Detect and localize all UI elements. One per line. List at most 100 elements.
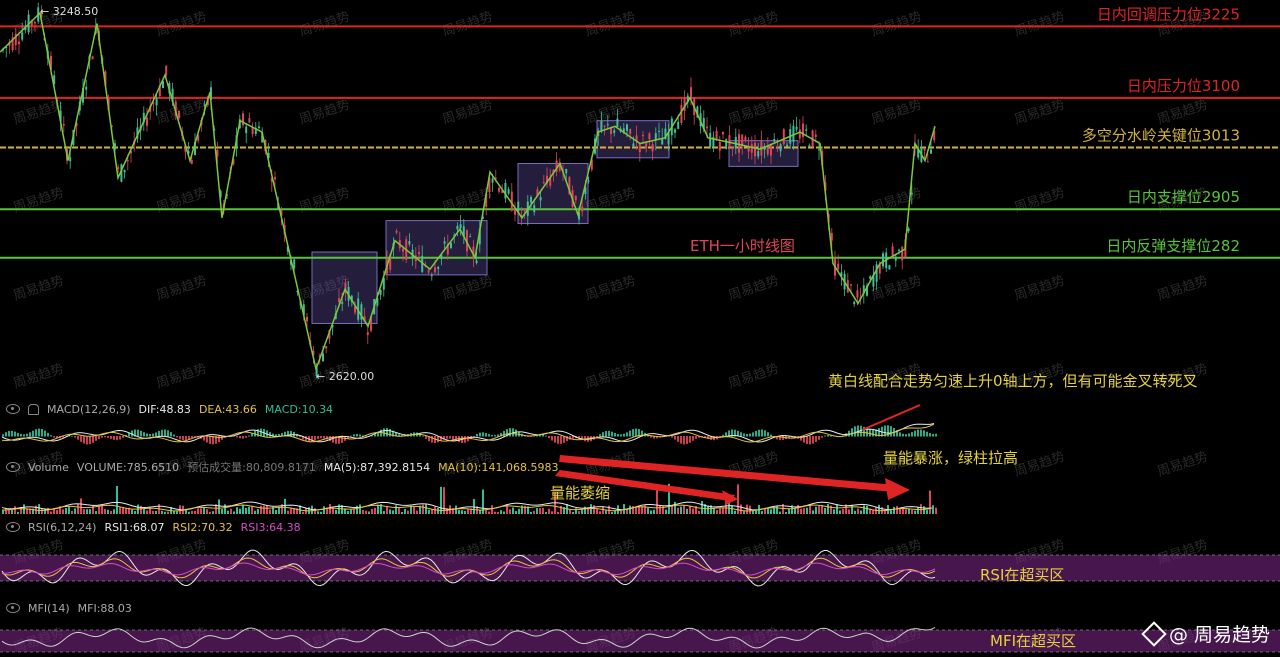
volume-bar xyxy=(455,505,457,514)
macd-bar xyxy=(155,432,157,437)
volume-bar xyxy=(437,507,439,514)
macd-bar xyxy=(854,426,856,437)
macd-bar xyxy=(341,436,343,443)
candle-body xyxy=(565,168,568,174)
candle-body xyxy=(786,144,788,147)
level-label: 日内反弹支撑位282 xyxy=(1106,237,1240,255)
candle-body xyxy=(738,134,740,153)
macd-bar xyxy=(488,434,490,437)
macd-bar xyxy=(83,436,85,444)
macd-bar xyxy=(758,429,760,437)
volume-bar xyxy=(533,510,535,514)
macd-bar xyxy=(464,436,466,443)
eth-hourly-chart: 周易趋势 周易趋势 周易趋势 周易趋势 周易趋势 周易趋势 周易趋势 周易趋势 周易趋势周易趋势… xyxy=(0,2,1280,656)
volume-bar xyxy=(407,510,409,514)
volume-bar xyxy=(884,511,886,514)
macd-bar xyxy=(173,434,175,437)
macd-bar xyxy=(908,433,910,437)
volume-bar xyxy=(857,508,859,514)
macd-bar xyxy=(35,429,37,437)
volume-bar xyxy=(65,508,67,514)
candle-body xyxy=(818,149,820,151)
volume-bar xyxy=(356,505,358,514)
eye-icon[interactable] xyxy=(6,462,20,472)
macd-bar xyxy=(509,428,511,437)
macd-bar xyxy=(107,436,109,438)
macd-bar xyxy=(206,436,208,443)
watermark-text: 周易趋势 xyxy=(1012,9,1066,40)
volume-bar xyxy=(362,509,364,514)
watermark-text: 周易趋势 xyxy=(11,273,65,304)
candle-body xyxy=(402,248,404,252)
volume-bar xyxy=(230,508,232,514)
volume-bar xyxy=(509,509,511,514)
brand-diamond-icon xyxy=(1141,620,1167,647)
macd-bar xyxy=(824,435,826,437)
volume-bar xyxy=(425,504,427,514)
chart-title: ETH一小时线图 xyxy=(690,237,795,255)
volume-bar xyxy=(743,511,745,514)
candle-body xyxy=(85,86,88,90)
macd-bar xyxy=(482,432,484,437)
eye-icon[interactable] xyxy=(6,603,20,613)
level-label: 多空分水岭关键位3013 xyxy=(1082,127,1240,145)
candle-body xyxy=(437,266,440,269)
candle-body xyxy=(190,159,193,164)
candle-body xyxy=(773,139,776,142)
candle-body xyxy=(155,98,158,106)
candle-body xyxy=(882,253,884,267)
volume-bar xyxy=(395,505,397,514)
candle-body xyxy=(258,126,260,129)
macd-bar xyxy=(14,431,16,437)
watermark-text: 周易趋势 xyxy=(583,9,637,40)
watermark-text: 周易趋势 xyxy=(726,97,780,128)
candle-body xyxy=(894,256,897,261)
candle-body xyxy=(469,236,472,238)
candle-body xyxy=(245,126,248,134)
candle-body xyxy=(888,265,891,270)
volume-bar xyxy=(62,509,64,514)
rsi-header: RSI(6,12,24) RSI1:68.07 RSI2:70.32 RSI3:… xyxy=(6,519,301,535)
eye-icon[interactable] xyxy=(6,522,20,532)
candle-body xyxy=(306,316,308,322)
volume-bar xyxy=(641,506,643,514)
volume-bar xyxy=(218,499,220,514)
macd-bar xyxy=(608,430,610,437)
macd-bar xyxy=(491,434,493,437)
volume-bar xyxy=(488,511,490,514)
volume-bar xyxy=(659,505,661,514)
candle-body xyxy=(574,196,577,201)
macd-bar xyxy=(113,436,115,440)
volume-bar xyxy=(824,508,826,514)
volume-bar xyxy=(245,507,247,514)
eye-icon[interactable] xyxy=(6,404,20,414)
candle-body xyxy=(498,187,500,192)
volume-bar xyxy=(767,508,769,514)
macd-bar xyxy=(242,436,244,439)
volume-bar xyxy=(926,510,928,514)
bell-icon[interactable] xyxy=(28,403,39,415)
macd-bar xyxy=(104,436,106,438)
volume-bar xyxy=(680,506,682,514)
volume-bar xyxy=(401,511,403,514)
watermark-text: 周易趋势 xyxy=(583,361,637,392)
volume-bar xyxy=(686,508,688,514)
volume-bar xyxy=(383,510,385,514)
volume-bar xyxy=(815,506,817,514)
candle-body xyxy=(923,148,926,151)
watermark-text: 周易趋势 xyxy=(11,361,65,392)
macd-bar xyxy=(5,432,7,437)
candle-body xyxy=(782,129,785,145)
volume-bar xyxy=(203,506,205,514)
candle-body xyxy=(731,147,734,150)
volume-bar xyxy=(200,508,202,514)
macd-bar xyxy=(176,436,178,438)
candle-body xyxy=(203,104,206,106)
watermark-text: 周易趋势 xyxy=(726,9,780,40)
zigzag-trend xyxy=(0,11,936,372)
macd-bar xyxy=(602,432,604,437)
candle-body xyxy=(706,126,708,129)
volume-bar xyxy=(353,509,355,514)
volume-bar xyxy=(629,505,631,514)
candle-body xyxy=(606,124,609,126)
